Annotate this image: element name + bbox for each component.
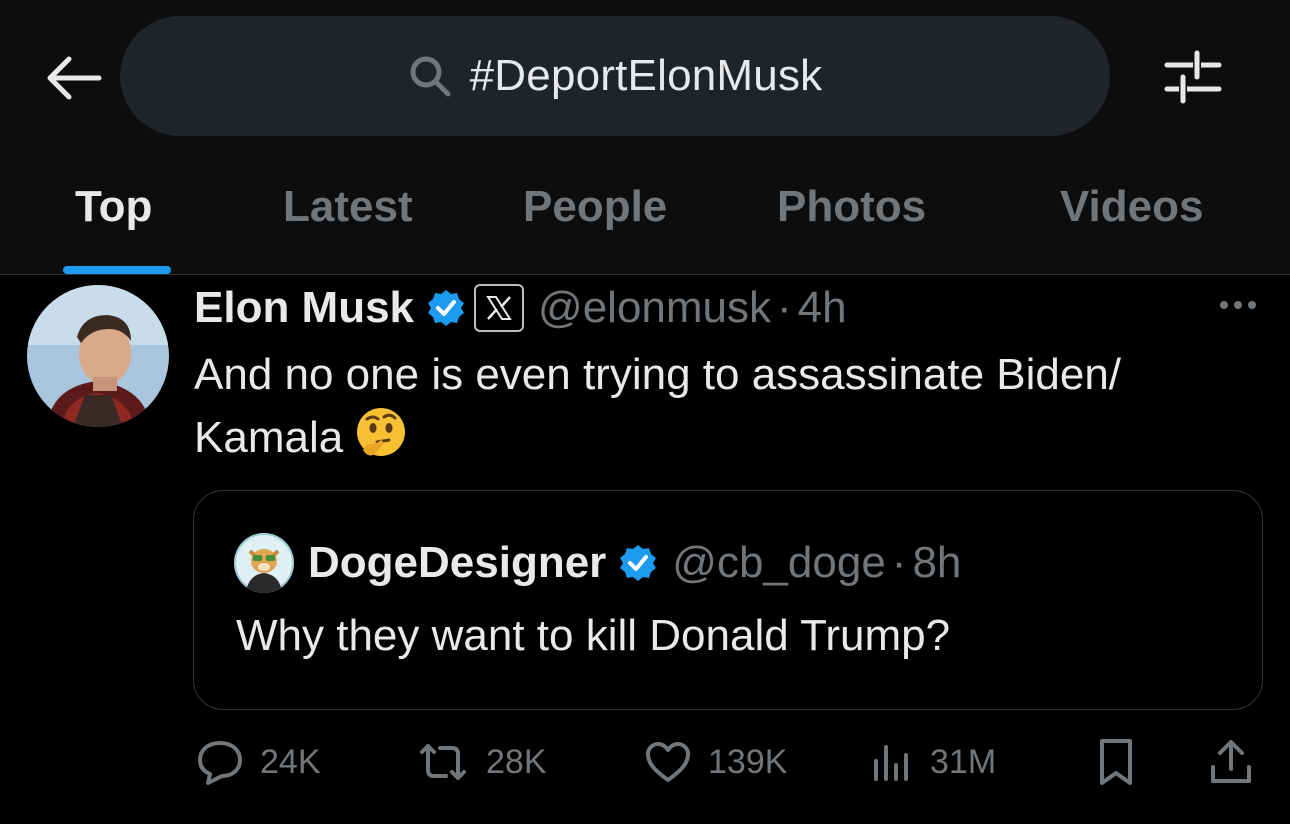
reply-count: 24K (260, 742, 321, 781)
quoted-tweet-text: Why they want to kill Donald Trump? (236, 611, 951, 660)
share-icon (1211, 740, 1251, 783)
separator-dot: · (777, 283, 792, 332)
repost-button[interactable]: 28K (416, 730, 547, 794)
reply-button[interactable]: 24K (196, 730, 321, 794)
quoted-timestamp[interactable]: 8h (912, 538, 961, 588)
like-count: 139K (708, 742, 788, 781)
thinking-face-icon (353, 406, 409, 479)
search-input[interactable]: #DeportElonMusk (120, 16, 1110, 136)
tweet-text-content: And no one is even trying to assassinate… (194, 350, 1122, 462)
tab-photos[interactable]: Photos (777, 182, 926, 232)
search-header: #DeportElonMusk Top Latest People Photos… (0, 0, 1290, 275)
repost-count: 28K (486, 742, 547, 781)
search-icon (410, 56, 451, 97)
back-arrow-icon (47, 56, 102, 100)
quoted-tweet-header: DogeDesigner @cb_doge · 8h (234, 533, 961, 593)
verified-badge-icon (426, 288, 466, 328)
search-query: #DeportElonMusk (469, 51, 823, 100)
divider (0, 274, 1290, 275)
tab-latest[interactable]: Latest (283, 182, 413, 232)
verified-badge-icon (618, 543, 658, 583)
tweet-text: And no one is even trying to assassinate… (194, 344, 1254, 479)
filter-sliders-icon (1164, 50, 1222, 104)
avatar[interactable] (27, 285, 169, 427)
tab-people[interactable]: People (523, 182, 667, 232)
author-name[interactable]: Elon Musk (194, 283, 414, 333)
search-results-page: #DeportElonMusk Top Latest People Photos… (0, 0, 1290, 824)
views-icon (874, 745, 908, 781)
bookmark-button[interactable] (1096, 730, 1136, 794)
back-button[interactable] (40, 48, 106, 108)
views-count: 31M (930, 742, 997, 781)
tweet-timestamp[interactable]: 4h (798, 283, 847, 333)
quoted-avatar[interactable] (234, 533, 294, 593)
active-tab-indicator (63, 266, 171, 274)
like-button[interactable]: 139K (644, 730, 787, 794)
tweet-actions: 24K 28K 139K 31M (0, 730, 1290, 794)
author-handle[interactable]: @elonmusk (538, 283, 771, 333)
more-options-button[interactable] (1210, 290, 1266, 320)
quoted-author-name[interactable]: DogeDesigner (308, 538, 606, 588)
quoted-author-handle[interactable]: @cb_doge (672, 538, 886, 588)
tweet-header: Elon Musk @elonmusk · 4h (194, 278, 847, 338)
tab-top[interactable]: Top (75, 182, 152, 232)
bookmark-icon (1100, 739, 1132, 785)
more-icon (1220, 301, 1228, 309)
repost-icon (420, 744, 466, 780)
search-filter-button[interactable] (1160, 44, 1226, 110)
views-button[interactable]: 31M (870, 730, 996, 794)
quoted-tweet[interactable]: DogeDesigner @cb_doge · 8h Why they want… (193, 490, 1263, 710)
x-logo-icon (474, 284, 525, 332)
share-button[interactable] (1208, 730, 1254, 794)
reply-icon (198, 741, 242, 785)
separator-dot: · (891, 538, 907, 587)
tab-videos[interactable]: Videos (1060, 182, 1203, 232)
search-tabs: Top Latest People Photos Videos (0, 160, 1290, 275)
like-icon (646, 742, 690, 782)
